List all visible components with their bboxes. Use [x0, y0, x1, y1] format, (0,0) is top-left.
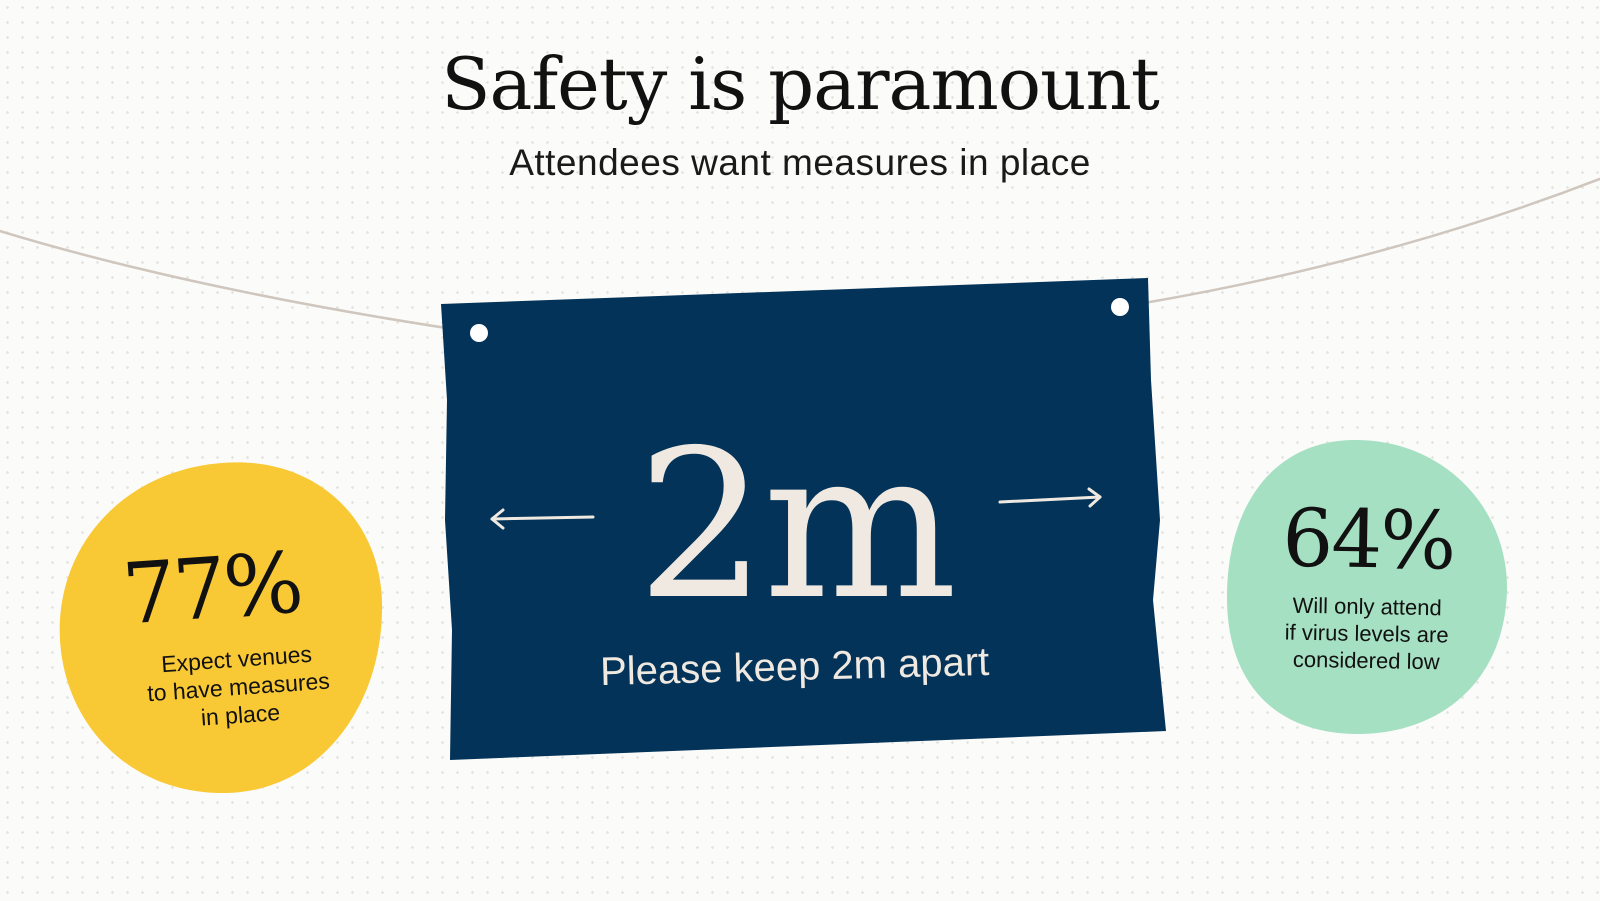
stat-card-64: 64% Will only attend if virus levels are…	[1233, 491, 1501, 677]
slide: 2m Please keep 2m apart Safety is paramo…	[0, 0, 1600, 901]
sign-eyelet-left	[470, 324, 488, 342]
page-title: Safety is paramount	[441, 42, 1160, 126]
page-subtitle: Attendees want measures in place	[509, 142, 1091, 183]
scene-artwork: 2m Please keep 2m apart	[0, 177, 1600, 794]
stat-card-77: 77% Expect venues to have measures in pl…	[94, 533, 376, 739]
stat-caption: Will only attend if virus levels are con…	[1284, 592, 1449, 674]
stat-value: 64%	[1281, 491, 1456, 588]
sign-eyelet-right	[1111, 298, 1129, 316]
sign-headline: 2m	[637, 407, 954, 645]
